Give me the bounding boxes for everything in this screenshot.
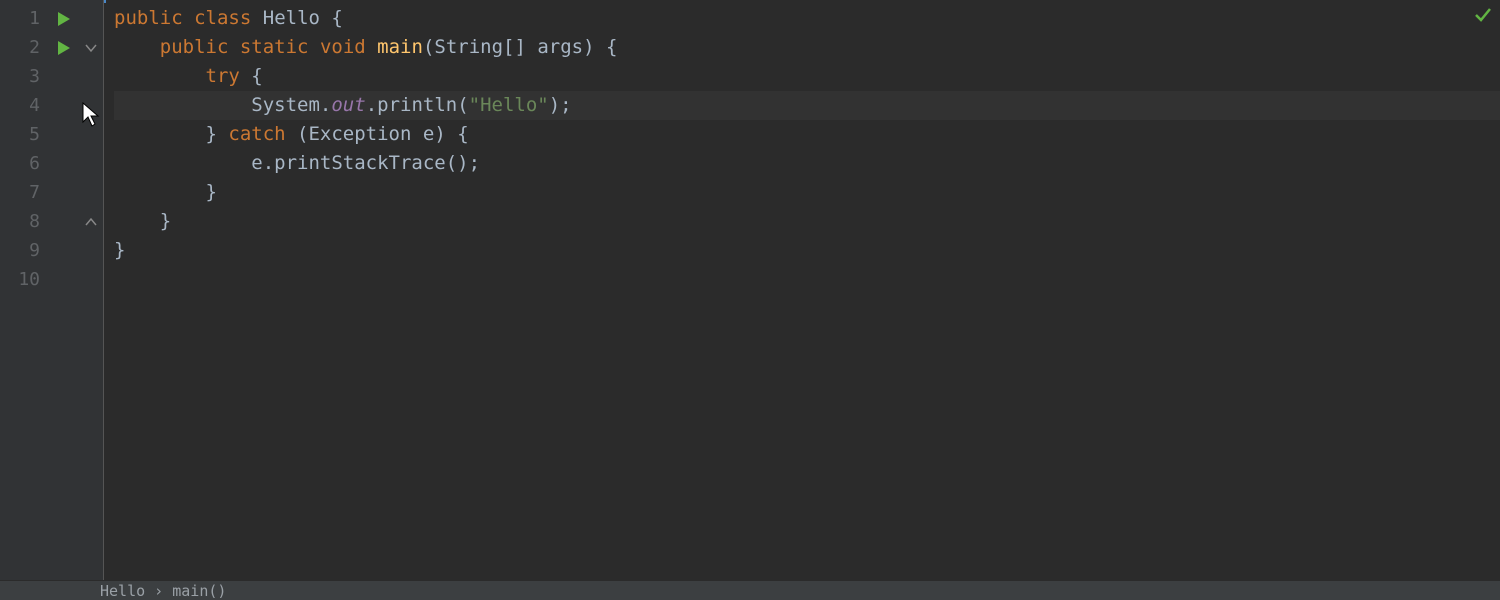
code-line[interactable]: } xyxy=(114,207,1500,236)
line-number: 5 xyxy=(0,120,50,149)
line-number: 10 xyxy=(0,265,50,294)
code-area[interactable]: public class Hello { public static void … xyxy=(104,0,1500,580)
code-line[interactable] xyxy=(114,265,1500,294)
code-line[interactable]: public static void main(String[] args) { xyxy=(114,33,1500,62)
line-number: 2 xyxy=(0,33,50,62)
run-line-1[interactable] xyxy=(50,4,78,33)
line-number: 4 xyxy=(0,91,50,120)
inspection-ok-icon[interactable] xyxy=(1474,6,1492,24)
code-line-current[interactable]: System.out.println("Hello"); xyxy=(114,91,1500,120)
line-number: 8 xyxy=(0,207,50,236)
fold-open-icon xyxy=(85,42,97,54)
breadcrumb[interactable]: Hello › main() xyxy=(100,582,226,600)
code-line[interactable]: public class Hello { xyxy=(114,4,1500,33)
code-editor[interactable]: 12345678910 public class Hello { public … xyxy=(0,0,1500,580)
run-gutter xyxy=(50,0,78,580)
line-number: 7 xyxy=(0,178,50,207)
line-number: 3 xyxy=(0,62,50,91)
code-line[interactable]: e.printStackTrace(); xyxy=(114,149,1500,178)
line-number: 6 xyxy=(0,149,50,178)
fold-close-icon xyxy=(85,216,97,228)
fold-toggle-line-8[interactable] xyxy=(78,207,103,236)
code-line[interactable]: } xyxy=(114,236,1500,265)
run-line-2[interactable] xyxy=(50,33,78,62)
run-icon xyxy=(58,12,70,26)
line-number: 9 xyxy=(0,236,50,265)
fold-toggle-line-2[interactable] xyxy=(78,33,103,62)
code-line[interactable]: try { xyxy=(114,62,1500,91)
fold-gutter xyxy=(78,0,104,580)
code-line[interactable]: } xyxy=(114,178,1500,207)
line-number: 1 xyxy=(0,4,50,33)
code-line[interactable]: } catch (Exception e) { xyxy=(114,120,1500,149)
run-icon xyxy=(58,41,70,55)
line-number-gutter: 12345678910 xyxy=(0,0,50,580)
